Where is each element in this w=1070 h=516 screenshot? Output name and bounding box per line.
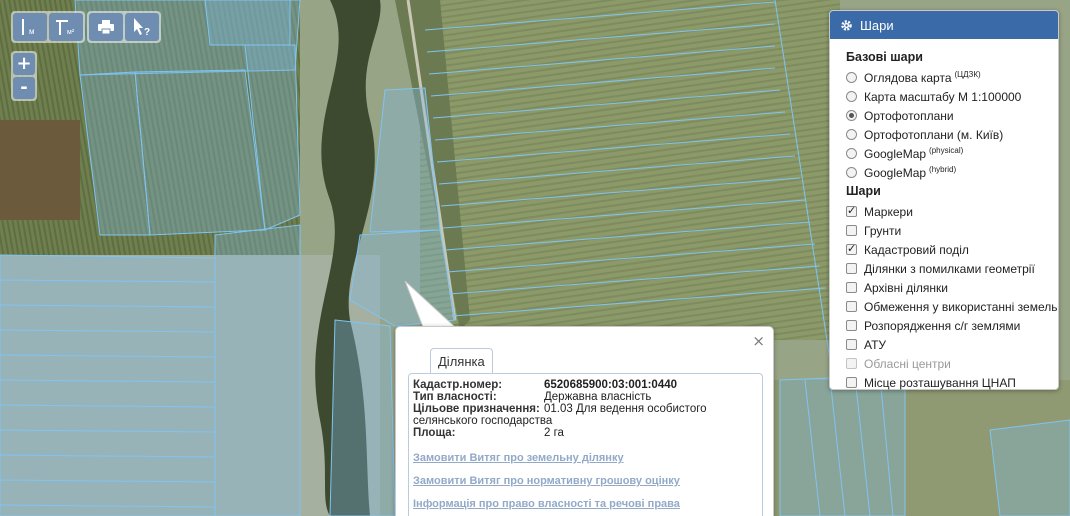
ownership-rights-info-link[interactable]: Інформація про право власності та речові…: [413, 498, 758, 510]
overlay-layer-option[interactable]: Обмеження у використанні земель: [846, 297, 1058, 316]
overlay-layer-checkbox[interactable]: [846, 263, 857, 274]
purpose-label: Цільове призначення:: [413, 403, 540, 415]
overlay-layer-option: Обласні центри: [846, 354, 1058, 373]
base-layer-label: Ортофотоплани: [864, 108, 954, 123]
overlay-layer-checkbox[interactable]: [846, 282, 857, 293]
measure-area-unit: м²: [67, 29, 75, 36]
overlay-layer-label: Архівні ділянки: [864, 280, 948, 295]
svg-text:?: ?: [144, 27, 150, 37]
cadastral-number-value: 6520685900:03:001:0440: [544, 379, 678, 391]
layers-panel-header[interactable]: Шари: [830, 11, 1058, 39]
purpose-row: Цільове призначення: 01.03 Для ведення ос…: [413, 403, 758, 427]
overlay-layer-label: Грунти: [864, 223, 902, 238]
base-layer-label: GoogleMap: [864, 165, 927, 180]
base-layer-radio[interactable]: [846, 110, 857, 121]
base-layer-option[interactable]: Ортофотоплани: [846, 106, 1058, 125]
measure-length-unit: м: [29, 27, 35, 36]
overlay-layer-label: Маркери: [864, 204, 913, 219]
ownership-type-label: Тип власності:: [413, 391, 497, 403]
base-layer-radio[interactable]: [846, 129, 857, 140]
base-layer-label: Карта масштабу М 1:100000: [864, 89, 1022, 104]
zoom-out-button[interactable]: -: [13, 77, 35, 99]
overlay-layer-label: АТУ: [864, 337, 887, 352]
order-parcel-extract-link[interactable]: Замовити Витяг про земельну ділянку: [413, 452, 758, 464]
base-layer-source-note: (physical): [929, 146, 964, 155]
overlay-layer-checkbox[interactable]: [846, 225, 857, 236]
zoom-control: + -: [11, 51, 37, 101]
layers-panel: Шари Базові шари Оглядова карта (ЦДЗК) Кар…: [829, 10, 1059, 390]
overlay-layer-label: Розпорядження с/г землями: [864, 318, 1021, 333]
cadastral-number-label: Кадастр.номер:: [413, 379, 503, 391]
print-button[interactable]: [89, 13, 123, 41]
area-value: 2 га: [544, 427, 564, 439]
overlay-layers-list: Маркери Грунти Кадастровий поділ Ділянки з …: [846, 202, 1058, 392]
ruler-length-icon: м: [22, 19, 35, 36]
overlay-layer-checkbox: [846, 358, 857, 369]
base-layer-radio[interactable]: [846, 91, 857, 102]
tab-parcel[interactable]: Ділянка: [430, 348, 493, 373]
overlay-layer-checkbox[interactable]: [846, 242, 857, 255]
base-layer-option[interactable]: GoogleMap (physical): [846, 144, 1058, 163]
overlay-layer-label: Обмеження у використанні земель: [864, 299, 1058, 314]
gear-icon: [840, 19, 853, 32]
base-layer-label: Оглядова карта: [864, 70, 952, 85]
parcel-popup: × Кадастр.номер: 6520685900:03:001:0440 …: [395, 326, 774, 516]
overlay-layer-label: Кадастровий поділ: [864, 242, 969, 257]
base-layer-radio[interactable]: [846, 148, 857, 159]
base-layers-title: Базові шари: [846, 50, 923, 64]
ruler-area-icon: м²: [56, 20, 75, 36]
area-row: Площа: 2 га: [413, 427, 758, 439]
parcel-info-panel: Кадастр.номер: 6520685900:03:001:0440 Ти…: [408, 373, 763, 516]
overlay-layer-checkbox[interactable]: [846, 204, 857, 217]
overlay-layer-label: Обласні центри: [864, 356, 951, 371]
overlay-layer-option[interactable]: Ділянки з помилками геометрії: [846, 259, 1058, 278]
base-layers-list: Оглядова карта (ЦДЗК) Карта масштабу М 1:1…: [846, 68, 1058, 182]
overlays-title: Шари: [846, 184, 881, 198]
overlay-layer-checkbox[interactable]: [846, 377, 857, 388]
base-layer-label: Ортофотоплани (м. Київ): [864, 127, 1004, 142]
base-layer-option[interactable]: Оглядова карта (ЦДЗК): [846, 68, 1058, 87]
overlay-layer-checkbox[interactable]: [846, 320, 857, 331]
cadastral-number-row: Кадастр.номер: 6520685900:03:001:0440: [413, 379, 758, 391]
base-layer-label: GoogleMap: [864, 146, 927, 161]
overlay-layer-checkbox[interactable]: [846, 301, 857, 312]
overlay-layer-label: Ділянки з помилками геометрії: [864, 261, 1035, 276]
identify-button[interactable]: ?: [125, 13, 159, 41]
base-layer-radio[interactable]: [846, 72, 857, 83]
base-layer-source-note: (hybrid): [929, 165, 957, 174]
overlay-layer-option[interactable]: Архівні ділянки: [846, 278, 1058, 297]
overlay-layer-option[interactable]: Грунти: [846, 221, 1058, 240]
base-layer-option[interactable]: GoogleMap (hybrid): [846, 163, 1058, 182]
layers-panel-title: Шари: [860, 17, 894, 33]
overlay-layer-option[interactable]: Розпорядження с/г землями: [846, 316, 1058, 335]
base-layer-source-note: (ЦДЗК): [954, 70, 981, 79]
ownership-type-value: Державна власність: [544, 391, 652, 403]
tools-toolbar: ?: [87, 11, 161, 43]
overlay-layer-checkbox[interactable]: [846, 339, 857, 350]
order-valuation-extract-link[interactable]: Замовити Витяг про нормативну грошову оц…: [413, 475, 758, 487]
base-layer-option[interactable]: Ортофотоплани (м. Київ): [846, 125, 1058, 144]
base-layer-option[interactable]: Карта масштабу М 1:100000: [846, 87, 1058, 106]
close-icon[interactable]: ×: [752, 332, 765, 350]
overlay-layer-option[interactable]: Маркери: [846, 202, 1058, 221]
measure-toolbar: м м²: [11, 11, 85, 43]
measure-length-button[interactable]: м: [13, 13, 47, 41]
printer-icon: [98, 20, 114, 35]
overlay-layer-option[interactable]: Кадастровий поділ: [846, 240, 1058, 259]
overlay-layer-option[interactable]: АТУ: [846, 335, 1058, 354]
area-label: Площа:: [413, 427, 456, 439]
zoom-in-button[interactable]: +: [13, 53, 35, 75]
base-layer-radio[interactable]: [846, 167, 857, 178]
pointer-question-icon: ?: [134, 18, 150, 37]
overlay-layer-label: Місце розташування ЦНАП: [864, 375, 1016, 390]
ownership-type-row: Тип власності: Державна власність: [413, 391, 758, 403]
overlay-layer-option[interactable]: Місце розташування ЦНАП: [846, 373, 1058, 392]
measure-area-button[interactable]: м²: [49, 13, 83, 41]
popup-pointer: [404, 281, 458, 331]
